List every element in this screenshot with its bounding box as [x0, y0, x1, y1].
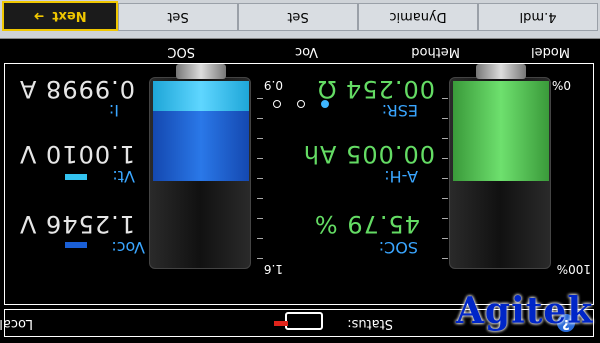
battery-cap	[176, 64, 226, 79]
soc-scale-top: 100%	[556, 262, 591, 276]
status-label: Status:	[347, 316, 393, 331]
toolbar-item-dynamic[interactable]: Dynamic	[358, 3, 478, 31]
battery-dark-blue-fill	[153, 111, 249, 181]
status-battery-icon	[285, 312, 323, 330]
battery-cap	[476, 64, 526, 79]
voltage-scale	[251, 79, 263, 269]
header-voc: Voc	[295, 44, 318, 59]
i-value: 0.9998 A	[18, 75, 135, 103]
battery-light-blue-fill	[153, 81, 249, 111]
next-button[interactable]: Next ➜	[2, 1, 118, 31]
page-dot-3[interactable]	[273, 100, 281, 108]
vt-color-swatch	[65, 174, 87, 180]
soc-scale	[436, 79, 448, 269]
voc-label: Voc:	[111, 238, 145, 257]
voc-value: 1.2546 V	[18, 210, 135, 238]
watermark-logo: Agitek	[456, 290, 594, 332]
soc-scale-bottom: 0%	[551, 78, 571, 92]
voltage-battery	[149, 64, 251, 269]
soc-battery	[449, 64, 551, 269]
header-soc: SOC	[167, 44, 195, 59]
vt-label: Vt:	[112, 167, 135, 186]
vt-value: 1.0010 V	[18, 140, 135, 168]
main-panel: 100% 0% SOC: 45.79 % A-H: 00.005 Ah ESR:…	[4, 63, 594, 305]
toolbar: Next ➜ Set Set Dynamic 4.mdl	[0, 0, 600, 39]
soc-label: SOC:	[378, 238, 418, 257]
local-label: Local	[0, 316, 33, 331]
toolbar-item-label: Dynamic	[389, 9, 447, 25]
next-label: Next	[52, 8, 87, 24]
arrow-right-icon: ➜	[33, 8, 45, 24]
i-label: I:	[108, 101, 119, 120]
toolbar-item-label: 4.mdl	[519, 9, 557, 25]
header-row: SOC Voc Method Model	[0, 40, 600, 62]
soc-value: 45.79 %	[313, 210, 420, 238]
battery-green-fill	[453, 81, 549, 181]
toolbar-item-set-1[interactable]: Set	[118, 3, 238, 31]
header-model: Model	[530, 44, 570, 59]
toolbar-item-model-file[interactable]: 4.mdl	[478, 3, 598, 31]
header-method: Method	[411, 44, 460, 59]
voltage-scale-bottom: 0.9	[263, 78, 283, 92]
esr-value: 00.254 Ω	[317, 75, 435, 103]
status-red-indicator	[274, 321, 288, 326]
toolbar-item-label: Set	[167, 9, 189, 25]
toolbar-item-label: Set	[287, 9, 309, 25]
ah-value: 00.005 Ah	[302, 140, 435, 168]
page-dot-2[interactable]	[297, 100, 305, 108]
esr-label: ESR:	[381, 101, 418, 120]
voltage-scale-top: 1.6	[263, 262, 283, 276]
page-dot-1[interactable]	[321, 100, 329, 108]
ah-label: A-H:	[384, 167, 418, 186]
voc-color-swatch	[65, 242, 87, 248]
toolbar-item-set-2[interactable]: Set	[238, 3, 358, 31]
